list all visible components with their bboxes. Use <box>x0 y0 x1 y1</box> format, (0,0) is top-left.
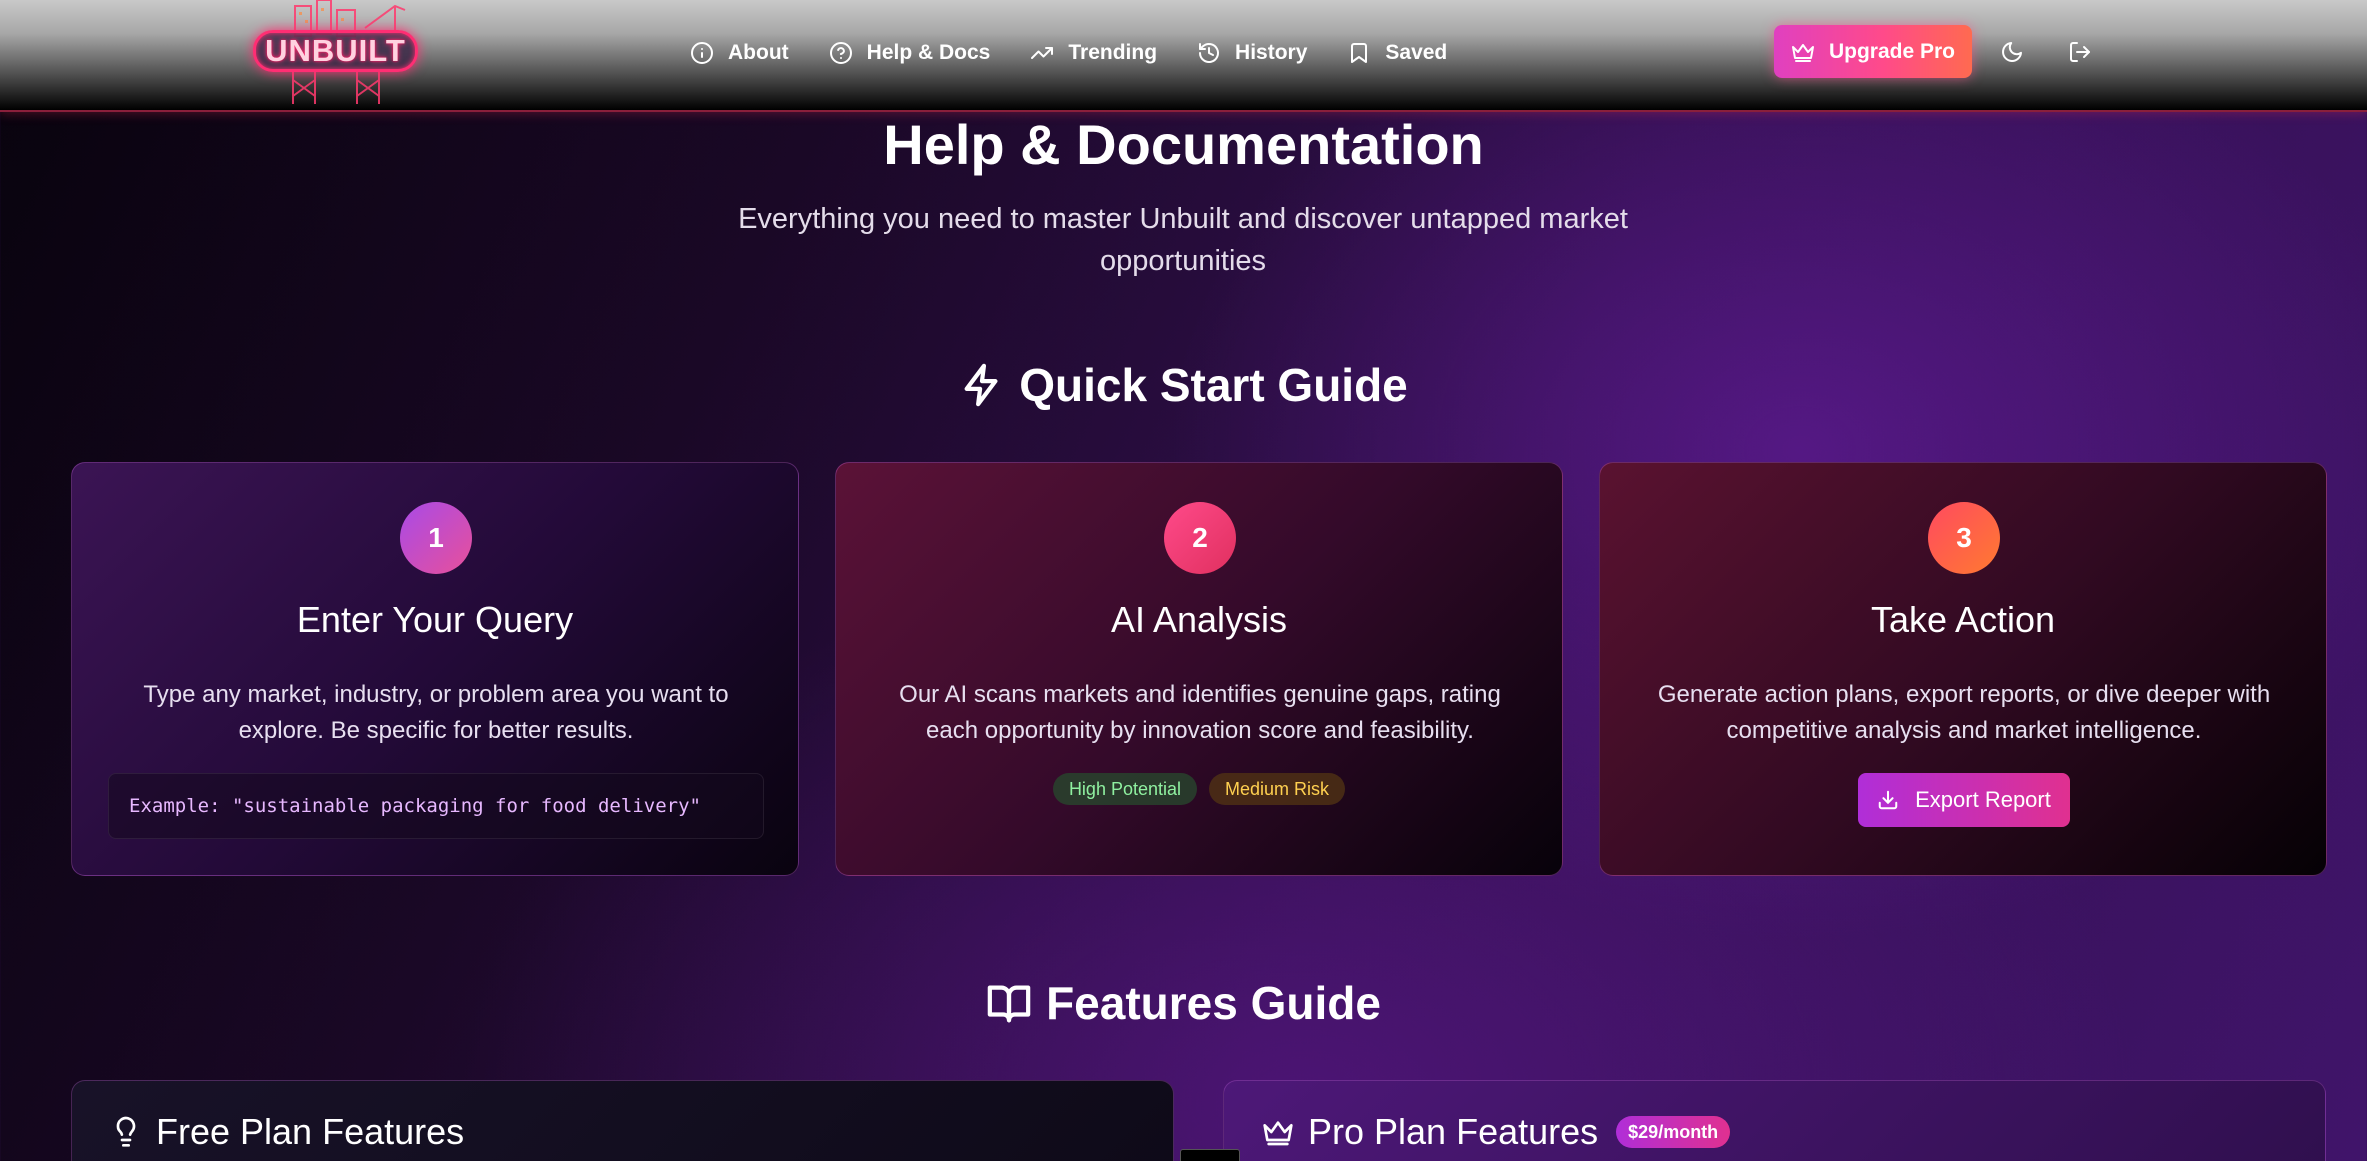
pro-plan-heading: Pro Plan Features $29/month <box>1262 1111 1731 1153</box>
nav-trending[interactable]: Trending <box>1030 41 1157 65</box>
free-plan-card: Free Plan Features <box>71 1080 1174 1161</box>
nav-help-docs-label: Help & Docs <box>866 41 991 64</box>
trending-up-icon <box>1031 47 1054 59</box>
lightning-icon <box>964 363 998 407</box>
moon-icon <box>2002 42 2022 62</box>
step-title: AI Analysis <box>1110 599 1288 640</box>
features-heading: Features Guide <box>0 976 2367 1030</box>
scroll-indicator[interactable] <box>1180 1149 1240 1161</box>
top-navbar: UNBUILT About Help & Docs Trending Histo… <box>0 0 2367 112</box>
main-nav: About Help & Docs Trending History Saved <box>690 30 1447 76</box>
export-report-button[interactable]: Export Report <box>1858 773 2070 827</box>
step-number-badge: 1 <box>400 502 472 574</box>
features-title: Features Guide <box>1046 977 1381 1029</box>
logout-icon <box>2070 42 2090 62</box>
step-number-badge: 2 <box>1164 502 1236 574</box>
info-icon <box>691 42 713 64</box>
history-icon <box>1199 43 1219 63</box>
unbuilt-logo[interactable]: UNBUILT <box>245 0 425 106</box>
crown-icon <box>1791 43 1814 62</box>
nav-about[interactable]: About <box>690 41 789 65</box>
step-description: Generate action plans, export reports, o… <box>1657 681 2271 744</box>
page-subtitle: Everything you need to master Unbuilt an… <box>738 203 1628 277</box>
crown-icon <box>1263 1121 1293 1146</box>
bookmark-icon <box>1351 43 1368 63</box>
badge-row: High Potential Medium Risk <box>836 773 1562 805</box>
upgrade-pro-label: Upgrade Pro <box>1828 39 1956 63</box>
step-number-badge: 3 <box>1928 502 2000 574</box>
pro-plan-card: Pro Plan Features $29/month <box>1223 1080 2326 1161</box>
step-description: Type any market, industry, or problem ar… <box>143 681 729 744</box>
logout-button[interactable] <box>2066 38 2094 66</box>
help-circle-icon <box>829 42 852 64</box>
free-plan-title: Free Plan Features <box>156 1111 465 1152</box>
step-title: Take Action <box>1870 599 2056 640</box>
high-potential-badge: High Potential <box>1052 773 1198 805</box>
example-query-box: Example: "sustainable packaging for food… <box>108 773 764 839</box>
download-icon <box>1878 790 1898 810</box>
step-card-1: 1 Enter Your Query Type any market, indu… <box>71 462 799 876</box>
theme-toggle-button[interactable] <box>1998 38 2026 66</box>
pro-price-badge: $29/month <box>1616 1116 1731 1148</box>
nav-help-docs[interactable]: Help & Docs <box>829 41 991 65</box>
nav-about-label: About <box>728 41 789 64</box>
export-report-label: Export Report <box>1915 787 2051 812</box>
medium-risk-badge: Medium Risk <box>1209 773 1346 805</box>
page-title: Help & Documentation <box>883 113 1484 176</box>
step-card-3: 3 Take Action Generate action plans, exp… <box>1599 462 2327 876</box>
nav-trending-label: Trending <box>1068 41 1158 64</box>
upgrade-pro-button[interactable]: Upgrade Pro <box>1774 25 1972 78</box>
step-title: Enter Your Query <box>296 599 574 640</box>
step-description: Our AI scans markets and identifies genu… <box>899 681 1501 744</box>
quick-start-title: Quick Start Guide <box>1019 359 1408 411</box>
nav-history[interactable]: History <box>1197 41 1307 65</box>
nav-history-label: History <box>1235 41 1308 64</box>
quick-start-heading: Quick Start Guide <box>0 358 2367 412</box>
free-plan-heading: Free Plan Features <box>110 1111 464 1153</box>
step-card-2: 2 AI Analysis Our AI scans markets and i… <box>835 462 1563 876</box>
nav-saved-label: Saved <box>1385 41 1448 64</box>
lightbulb-icon <box>116 1116 136 1147</box>
nav-saved[interactable]: Saved <box>1347 41 1447 65</box>
open-book-icon <box>987 985 1031 1023</box>
logo-text: UNBUILT <box>253 30 418 72</box>
pro-plan-title: Pro Plan Features <box>1308 1111 1599 1152</box>
